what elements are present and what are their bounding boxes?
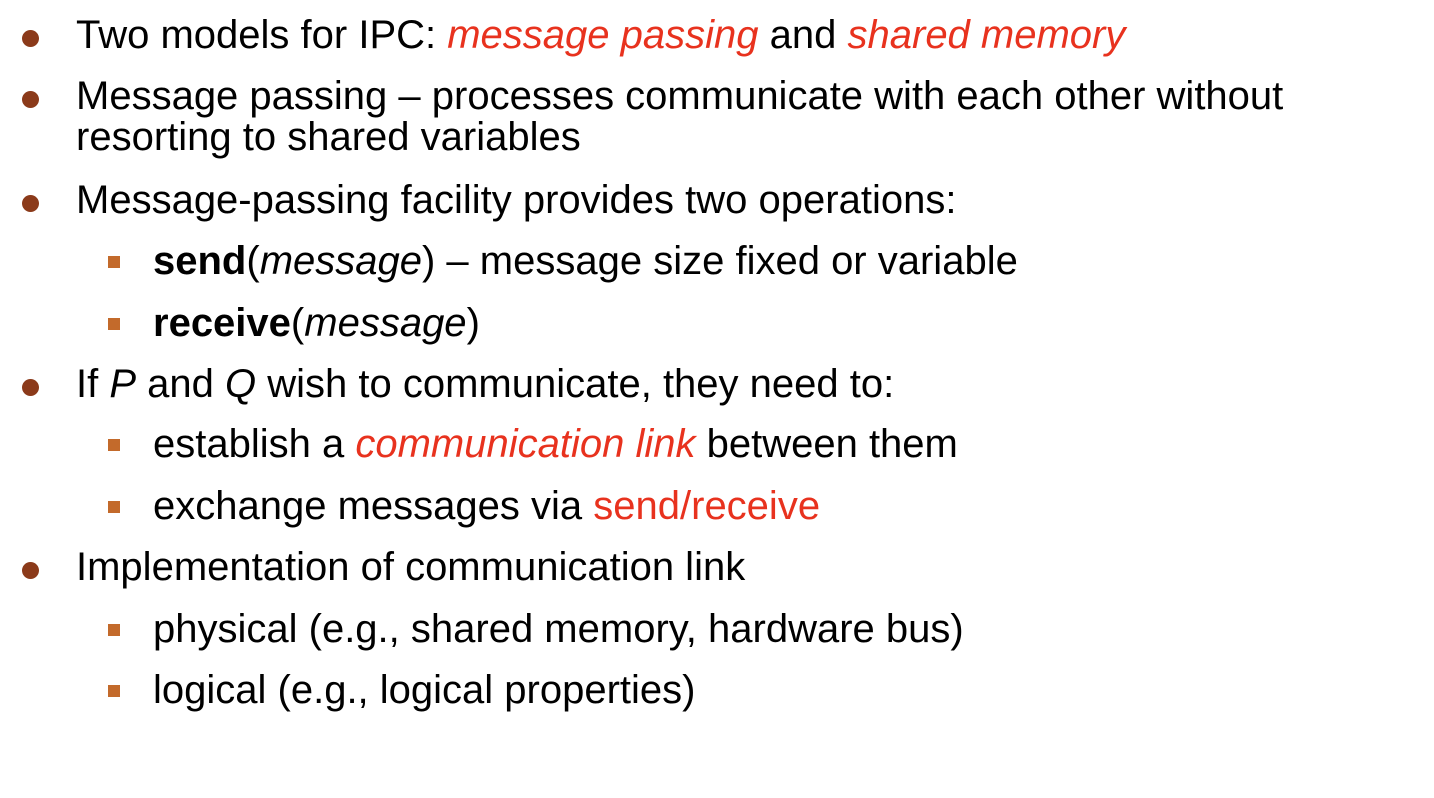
sub-bullet-logical: logical (e.g., logical properties) [153,668,696,712]
slide: Two models for IPC: message passing and … [0,0,1434,798]
text: P [109,362,137,406]
bullet-p-and-q: If P and Q wish to communicate, they nee… [76,364,894,404]
text: ) – message size fixed or variable [422,239,1018,283]
highlight-shared-memory: shared memory [847,13,1126,57]
text: Q [225,362,257,406]
text: and [758,13,848,57]
bullet-icon [22,30,39,47]
highlight-message-passing: message passing [447,13,759,57]
bullet-icon [22,379,39,396]
sub-bullet-icon [108,256,120,268]
sub-bullet-icon [108,501,120,513]
text: receive [153,301,291,345]
bullet-ipc-models: Two models for IPC: message passing and … [76,15,1125,55]
bullet-icon [22,562,39,579]
sub-bullet-icon [108,624,120,636]
highlight-communication-link: communication link [355,422,696,466]
sub-bullet-send: send(message) – message size fixed or va… [153,241,1018,281]
sub-bullet-icon [108,685,120,697]
sub-bullet-exchange: exchange messages via send/receive [153,486,820,526]
text: If [76,362,110,406]
sub-bullet-establish-link: establish a communication link between t… [153,424,958,464]
bullet-message-passing-line2: resorting to shared variables [76,115,581,159]
bullet-icon [22,195,39,212]
text: message [304,301,467,345]
text: and [136,362,225,406]
text: ) [466,301,480,345]
text: Two models for IPC: [76,13,448,57]
text: message [259,239,422,283]
text: wish to communicate, they need to: [256,362,895,406]
bullet-implementation: Implementation of communication link [76,545,746,589]
highlight-send-receive: send/receive [593,484,821,528]
text: exchange messages via [153,484,594,528]
text: ( [246,239,260,283]
sub-bullet-receive: receive(message) [153,303,480,343]
sub-bullet-physical: physical (e.g., shared memory, hardware … [153,607,964,651]
bullet-facility: Message-passing facility provides two op… [76,178,957,222]
text: establish a [153,422,356,466]
bullet-icon [22,91,39,108]
sub-bullet-icon [108,439,120,451]
text: between them [695,422,958,466]
text: send [153,239,247,283]
sub-bullet-icon [108,318,120,330]
text: ( [290,301,305,345]
bullet-message-passing-line1: Message passing – processes communicate … [76,74,1284,118]
